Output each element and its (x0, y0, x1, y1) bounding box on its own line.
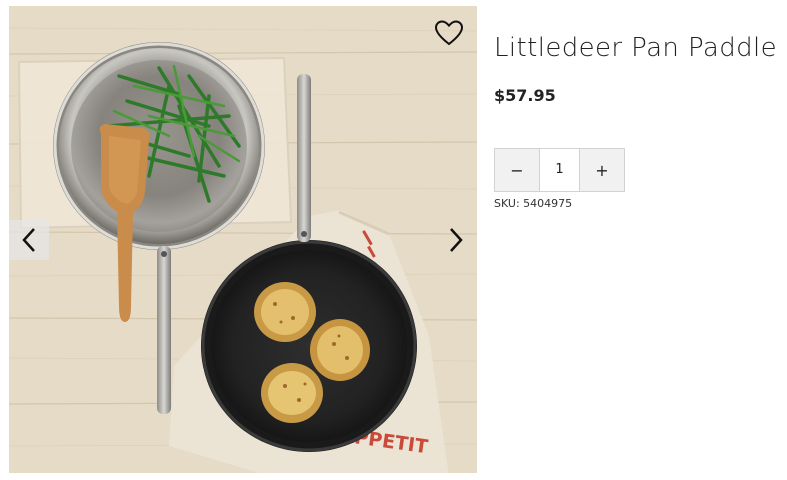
quantity-decrement-button[interactable]: − (495, 149, 539, 191)
product-price: $57.95 (494, 86, 556, 105)
next-image-button[interactable] (436, 220, 476, 260)
wishlist-button[interactable] (434, 19, 464, 47)
product-image: APPETIT (9, 6, 477, 473)
chevron-right-icon (450, 228, 463, 252)
sku-value: 5404975 (523, 197, 573, 210)
chevron-left-icon (22, 228, 35, 252)
quantity-input[interactable]: 1 (539, 149, 580, 191)
previous-image-button[interactable] (9, 220, 49, 260)
sku-label: SKU: (494, 197, 520, 210)
quantity-stepper: − 1 + (494, 148, 625, 192)
product-title: Littledeer Pan Paddle (494, 33, 778, 63)
quantity-increment-button[interactable]: + (580, 149, 624, 191)
product-sku: SKU: 5404975 (494, 197, 572, 210)
product-image-gallery: APPETIT (9, 6, 477, 473)
heart-outline-icon (434, 20, 464, 46)
